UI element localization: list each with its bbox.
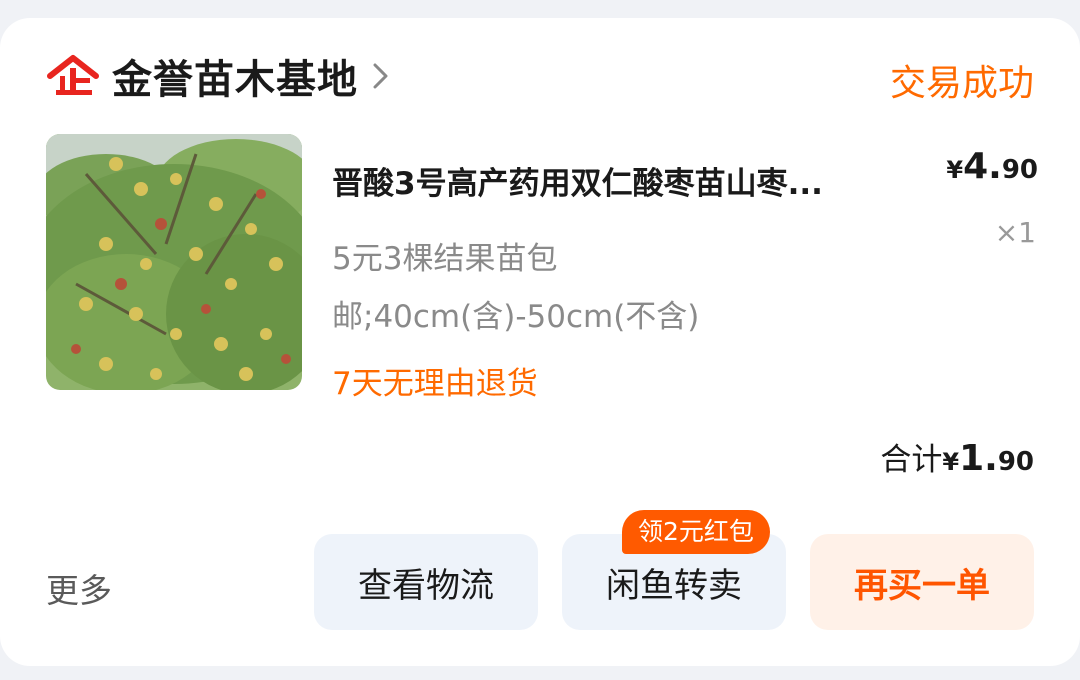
price-integer: 4. [963,146,1002,187]
price-decimal: 90 [1001,155,1038,185]
total-integer: 1. [959,438,998,479]
more-button[interactable]: 更多 [46,564,112,612]
spec-line-1: 5元3棵结果苗包 [332,241,558,277]
shop-name[interactable]: 金誉苗木基地 [112,47,358,105]
order-total: 合计¥1.90 [880,434,1034,479]
quantity: ×1 [994,216,1036,249]
chevron-right-icon [370,61,392,91]
buy-again-button[interactable]: 再买一单 [810,534,1034,630]
order-card: 金誉苗木基地 交易成功 晋酸3号高产药用双仁酸枣苗山枣... ¥4.90 ×1 … [0,18,1080,666]
product-spec: 5元3棵结果苗包 邮;40cm(含)-50cm(不含) [332,230,772,346]
enterprise-icon [46,52,100,100]
unit-price: ¥4.90 [946,146,1038,187]
red-packet-badge: 领2元红包 [622,510,770,554]
product-image[interactable] [46,134,302,390]
total-decimal: 90 [997,447,1034,477]
shop-header[interactable]: 金誉苗木基地 [46,48,392,104]
refund-tag: 7天无理由退货 [332,366,538,402]
spec-line-2: 邮;40cm(含)-50cm(不含) [332,299,700,335]
product-title[interactable]: 晋酸3号高产药用双仁酸枣苗山枣... [332,158,912,203]
order-status: 交易成功 [889,63,1034,104]
view-logistics-button[interactable]: 查看物流 [314,534,538,630]
price-currency: ¥ [946,156,964,184]
total-currency: ¥ [942,448,960,476]
total-label: 合计 [880,442,943,478]
